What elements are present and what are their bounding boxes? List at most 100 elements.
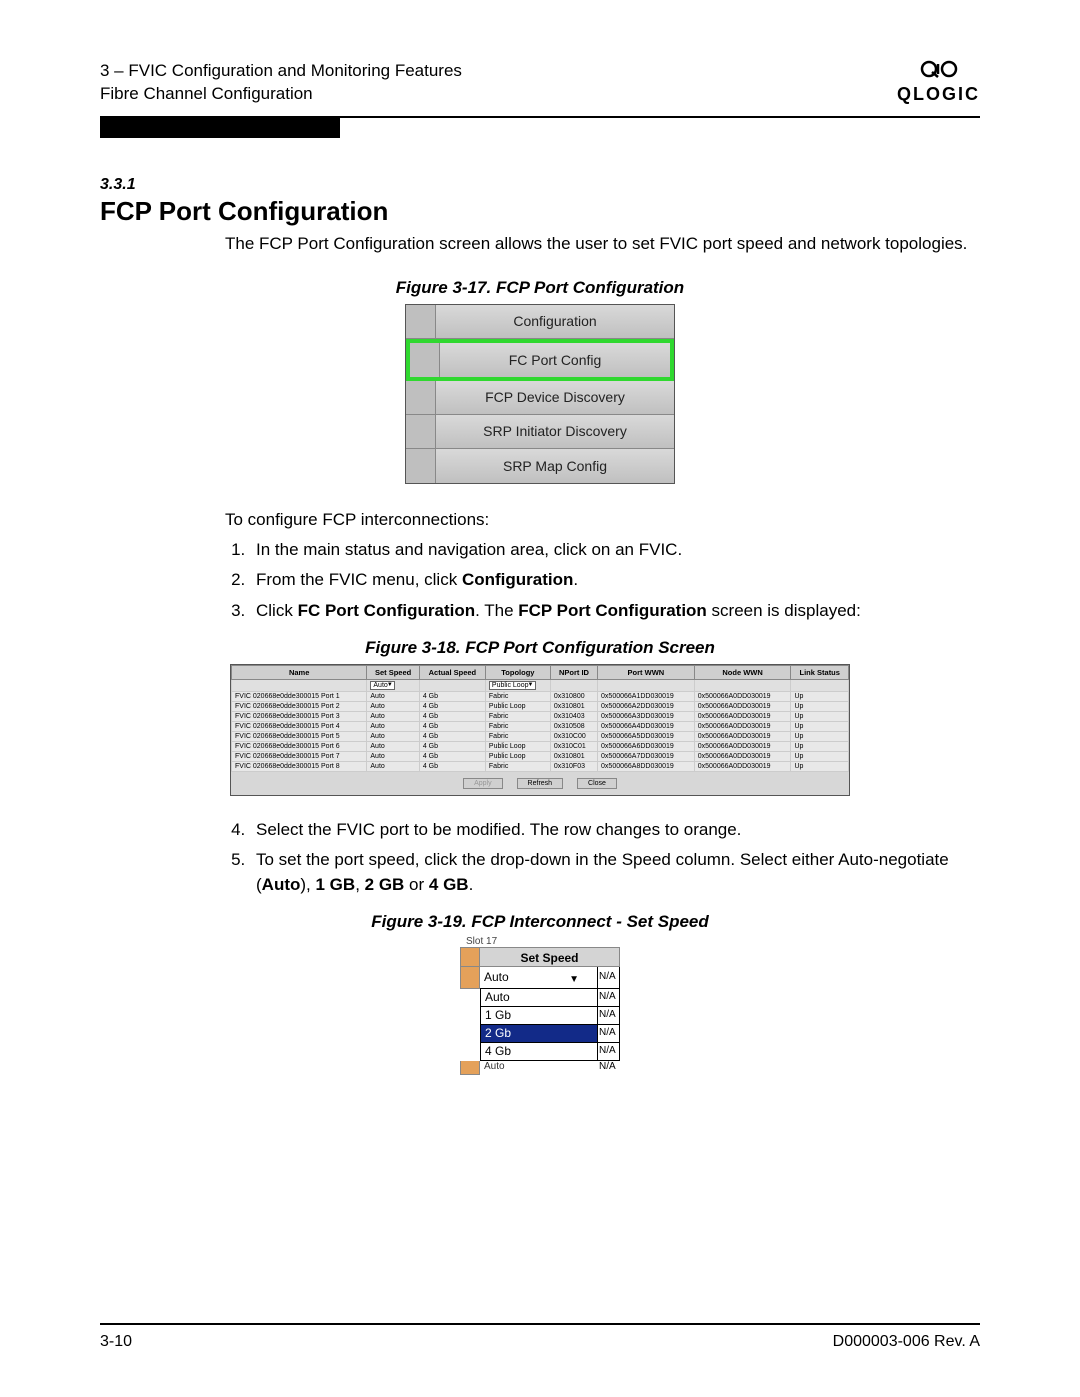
speed-option[interactable]: 2 Gb: [480, 1025, 598, 1043]
table-cell: 4 Gb: [419, 711, 485, 721]
table-cell: 0x310C00: [550, 731, 597, 741]
table-cell: 4 Gb: [419, 751, 485, 761]
table-cell: 0x500066A3DD030019: [598, 711, 695, 721]
speed-option[interactable]: 1 Gb: [480, 1007, 598, 1025]
instructions-list: In the main status and navigation area, …: [250, 538, 980, 624]
table-cell: 4 Gb: [419, 741, 485, 751]
speed-select[interactable]: Auto: [480, 967, 598, 989]
instructions-lead: To configure FCP interconnections:: [225, 510, 980, 530]
table-cell: FVIC 020668e0dde300015 Port 1: [232, 691, 367, 701]
table-row[interactable]: FVIC 020668e0dde300015 Port 8Auto4 GbFab…: [232, 761, 849, 771]
table-row[interactable]: FVIC 020668e0dde300015 Port 5Auto4 GbFab…: [232, 731, 849, 741]
below-row-value: Auto: [480, 1061, 598, 1075]
table-cell: Up: [791, 761, 849, 771]
fcp-port-table: Name Set Speed Actual Speed Topology NPo…: [231, 665, 849, 772]
table-row[interactable]: FVIC 020668e0dde300015 Port 3Auto4 GbFab…: [232, 711, 849, 721]
col-topology[interactable]: Topology: [485, 665, 550, 679]
table-cell: 0x310801: [550, 701, 597, 711]
table-cell: FVIC 020668e0dde300015 Port 2: [232, 701, 367, 711]
table-button-bar: Apply Refresh Close: [231, 772, 849, 795]
brand-logo: QLOGIC: [897, 60, 980, 105]
step-1: In the main status and navigation area, …: [250, 538, 980, 563]
section-number: 3.3.1: [100, 176, 980, 194]
table-cell: 0x500066A7DD030019: [598, 751, 695, 761]
table-cell: 0x500066A4DD030019: [598, 721, 695, 731]
instructions-list-2: Select the FVIC port to be modified. The…: [250, 818, 980, 898]
table-cell: 0x500066A0DD030019: [694, 691, 791, 701]
row-swatch-icon: [460, 1061, 480, 1075]
table-cell: Up: [791, 721, 849, 731]
table-cell: Public Loop: [485, 701, 550, 711]
table-cell: 0x500066A0DD030019: [694, 731, 791, 741]
figure-19-caption: Figure 3-19. FCP Interconnect - Set Spee…: [100, 912, 980, 932]
table-cell: Auto: [367, 711, 419, 721]
col-node-wwn[interactable]: Node WWN: [694, 665, 791, 679]
table-header-row: Name Set Speed Actual Speed Topology NPo…: [232, 665, 849, 679]
col-nport-id[interactable]: NPort ID: [550, 665, 597, 679]
na-cell: N/A: [598, 989, 620, 1007]
na-cell: N/A: [598, 967, 620, 989]
table-cell: 0x310F03: [550, 761, 597, 771]
menu-item-fcp-device-discovery[interactable]: FCP Device Discovery: [406, 381, 674, 415]
section-title: FCP Port Configuration: [100, 196, 980, 227]
table-cell: Up: [791, 701, 849, 711]
set-speed-header: Set Speed: [480, 947, 620, 967]
apply-button[interactable]: Apply: [463, 778, 503, 789]
qlogic-glyph-icon: [897, 60, 980, 84]
table-cell: Up: [791, 751, 849, 761]
table-cell: Up: [791, 691, 849, 701]
header-line2: Fibre Channel Configuration: [100, 83, 462, 106]
step-5: To set the port speed, click the drop-do…: [250, 848, 980, 897]
table-cell: 0x500066A0DD030019: [694, 711, 791, 721]
table-cell: Fabric: [485, 731, 550, 741]
col-name[interactable]: Name: [232, 665, 367, 679]
table-cell: 4 Gb: [419, 721, 485, 731]
table-cell: 0x500066A0DD030019: [694, 701, 791, 711]
table-cell: FVIC 020668e0dde300015 Port 5: [232, 731, 367, 741]
table-cell: Up: [791, 741, 849, 751]
col-actual-speed[interactable]: Actual Speed: [419, 665, 485, 679]
col-set-speed[interactable]: Set Speed: [367, 665, 419, 679]
table-row[interactable]: FVIC 020668e0dde300015 Port 4Auto4 GbFab…: [232, 721, 849, 731]
table-cell: Auto: [367, 761, 419, 771]
table-row[interactable]: FVIC 020668e0dde300015 Port 2Auto4 GbPub…: [232, 701, 849, 711]
refresh-button[interactable]: Refresh: [517, 778, 564, 789]
table-cell: 4 Gb: [419, 691, 485, 701]
row-swatch-icon: [460, 947, 480, 967]
figure-17-caption: Figure 3-17. FCP Port Configuration: [100, 278, 980, 298]
set-speed-dropdown-screenshot: Slot 17 Set Speed Auto N/A AutoN/A1 GbN/…: [460, 936, 620, 1075]
table-cell: 0x310403: [550, 711, 597, 721]
header-line1: 3 – FVIC Configuration and Monitoring Fe…: [100, 60, 462, 83]
table-row[interactable]: FVIC 020668e0dde300015 Port 1Auto4 GbFab…: [232, 691, 849, 701]
menu-item-configuration[interactable]: Configuration: [406, 305, 674, 339]
table-cell: Public Loop: [485, 751, 550, 761]
col-link-status[interactable]: Link Status: [791, 665, 849, 679]
table-cell: FVIC 020668e0dde300015 Port 3: [232, 711, 367, 721]
table-cell: Auto: [367, 701, 419, 711]
close-button[interactable]: Close: [577, 778, 617, 789]
table-cell: 0x310800: [550, 691, 597, 701]
na-cell: N/A: [598, 1061, 620, 1075]
footer-rule: [100, 1323, 980, 1325]
filter-speed-select[interactable]: Auto: [370, 681, 394, 690]
page-header: 3 – FVIC Configuration and Monitoring Fe…: [100, 60, 980, 106]
menu-item-fc-port-config[interactable]: FC Port Config: [406, 339, 674, 381]
figure-18-caption: Figure 3-18. FCP Port Configuration Scre…: [100, 638, 980, 658]
table-row[interactable]: FVIC 020668e0dde300015 Port 6Auto4 GbPub…: [232, 741, 849, 751]
table-cell: FVIC 020668e0dde300015 Port 7: [232, 751, 367, 761]
table-cell: Up: [791, 731, 849, 741]
table-row[interactable]: FVIC 020668e0dde300015 Port 7Auto4 GbPub…: [232, 751, 849, 761]
config-menu: Configuration FC Port Config FCP Device …: [405, 304, 675, 484]
filter-topology-select[interactable]: Public Loop: [489, 681, 536, 690]
menu-item-srp-map-config[interactable]: SRP Map Config: [406, 449, 674, 483]
table-cell: Auto: [367, 731, 419, 741]
na-cell: N/A: [598, 1025, 620, 1043]
table-cell: FVIC 020668e0dde300015 Port 4: [232, 721, 367, 731]
table-cell: FVIC 020668e0dde300015 Port 6: [232, 741, 367, 751]
speed-option[interactable]: Auto: [480, 989, 598, 1007]
menu-item-srp-initiator-discovery[interactable]: SRP Initiator Discovery: [406, 415, 674, 449]
step-4: Select the FVIC port to be modified. The…: [250, 818, 980, 843]
table-cell: 0x310508: [550, 721, 597, 731]
speed-option[interactable]: 4 Gb: [480, 1043, 598, 1061]
col-port-wwn[interactable]: Port WWN: [598, 665, 695, 679]
